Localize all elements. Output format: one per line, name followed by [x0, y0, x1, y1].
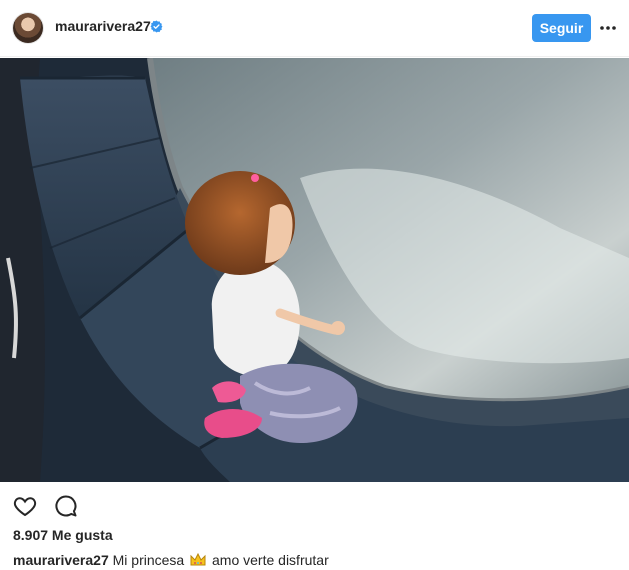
likes-count[interactable]: 8.907 Me gusta: [13, 527, 113, 543]
comment-icon[interactable]: [54, 494, 78, 518]
caption-text-after: amo verte disfrutar: [212, 552, 329, 568]
more-options-icon[interactable]: [599, 20, 617, 36]
crown-emoji-icon: [190, 553, 206, 566]
avatar[interactable]: [13, 13, 43, 43]
photo-illustration: [0, 58, 629, 482]
caption-username[interactable]: maurarivera27: [13, 552, 109, 568]
follow-button[interactable]: Seguir: [532, 14, 591, 42]
verified-badge-icon: [150, 20, 163, 33]
caption-text-before: Mi princesa: [112, 552, 185, 568]
post-actions: [0, 482, 629, 526]
post-photo[interactable]: [0, 58, 629, 482]
heart-icon[interactable]: [13, 494, 37, 518]
post-caption: maurarivera27 Mi princesa amo verte disf…: [13, 552, 329, 568]
post-username[interactable]: maurarivera27: [55, 18, 151, 34]
post-header: maurarivera27 Seguir: [0, 0, 629, 57]
